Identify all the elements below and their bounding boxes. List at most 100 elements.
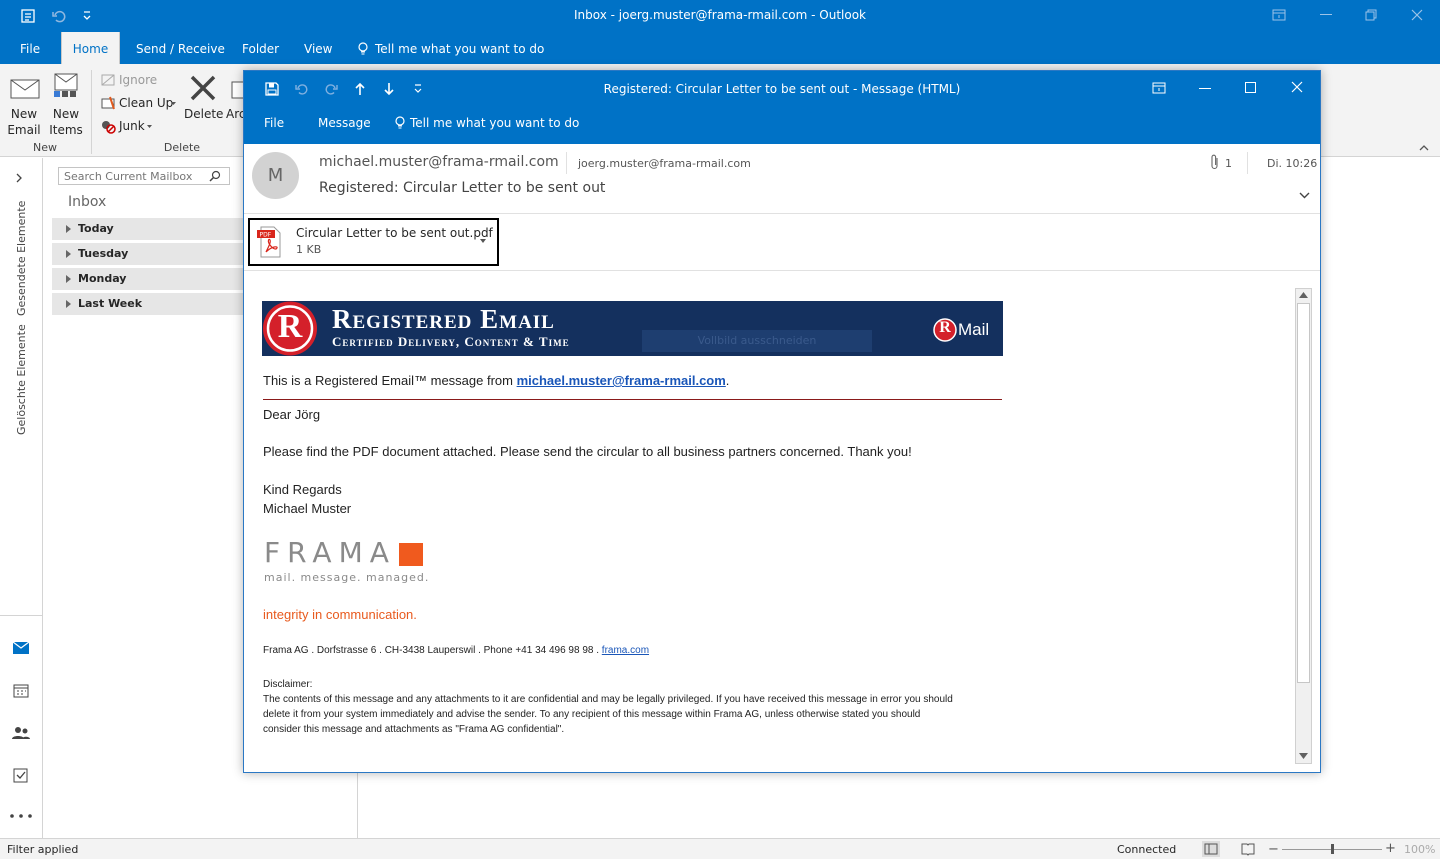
rmail-badge-text: Mail	[958, 320, 990, 339]
group-header-last-week[interactable]: Last Week	[52, 293, 252, 315]
scroll-down-icon[interactable]	[1299, 753, 1308, 759]
disclaimer-line-3: consider this message and attachments as…	[263, 724, 565, 735]
body-text: Please find the PDF document attached. P…	[263, 444, 912, 459]
group-header-monday[interactable]: Monday	[52, 268, 252, 290]
zoom-in-icon[interactable]: +	[1385, 841, 1396, 856]
normal-view-icon[interactable]	[1202, 841, 1220, 857]
new-items-button[interactable]: New Items	[46, 68, 86, 140]
message-body: R Registered Email Certified Delivery, C…	[244, 271, 1320, 772]
folder-sent-items[interactable]: Gesendete Elemente	[15, 201, 28, 316]
clean-up-icon	[100, 95, 116, 111]
sender-address[interactable]: michael.muster@frama-rmail.com	[319, 154, 559, 170]
expand-folder-pane-icon[interactable]	[15, 173, 23, 183]
restore-icon[interactable]	[1365, 9, 1377, 21]
message-window: Registered: Circular Letter to be sent o…	[243, 70, 1321, 773]
address-text: Frama AG . Dorfstrasse 6 . CH-3438 Laupe…	[263, 645, 602, 656]
reading-view-icon[interactable]	[1241, 842, 1255, 856]
tab-file[interactable]: File	[10, 32, 50, 64]
frama-website-link[interactable]: frama.com	[602, 645, 649, 656]
nav-divider	[0, 615, 42, 616]
new-email-button[interactable]: New Email	[4, 68, 44, 140]
message-tab-message[interactable]: Message	[318, 116, 371, 130]
received-time: Di. 10:26	[1267, 157, 1318, 170]
tab-view[interactable]: View	[294, 32, 342, 64]
search-icon[interactable]	[209, 170, 221, 182]
inbox-heading: Inbox	[68, 194, 107, 210]
status-bar: Filter applied Connected − + 100%	[0, 838, 1440, 859]
close-icon[interactable]	[1411, 9, 1423, 21]
new-email-label-2: Email	[7, 123, 41, 137]
search-input[interactable]	[58, 167, 230, 185]
snip-overlay-label: Vollbild ausschneiden	[642, 330, 872, 352]
regards-line-1: Kind Regards	[263, 482, 342, 497]
intro-suffix: .	[725, 373, 730, 388]
expand-triangle-icon	[66, 300, 71, 308]
attachment-size: 1 KB	[296, 243, 322, 256]
zoom-out-icon[interactable]: −	[1268, 842, 1279, 857]
tab-home[interactable]: Home	[61, 32, 120, 64]
banner-r-letter: R	[277, 308, 303, 345]
banner-subtitle: Certified Delivery, Content & Time	[332, 334, 570, 349]
folder-deleted-items[interactable]: Gelöschte Elemente	[15, 324, 28, 435]
group-header-today[interactable]: Today	[52, 218, 252, 240]
attachment-options-icon[interactable]	[480, 239, 486, 243]
attachment-count: 1	[1225, 157, 1232, 170]
message-ribbon-tabs: File Message Tell me what you want to do	[244, 107, 1320, 144]
more-icon[interactable]	[10, 814, 32, 818]
mail-icon[interactable]	[12, 641, 30, 655]
status-connection: Connected	[1117, 843, 1177, 856]
paperclip-icon	[1210, 154, 1220, 170]
tasks-icon[interactable]	[13, 767, 28, 783]
minimize-icon[interactable]	[1199, 88, 1211, 90]
sender-avatar[interactable]: M	[252, 152, 299, 199]
intro-prefix: This is a Registered Email™ message from	[263, 373, 517, 388]
registered-email-banner: R Registered Email Certified Delivery, C…	[262, 301, 1003, 356]
close-icon[interactable]	[1291, 81, 1303, 93]
junk-label: Junk	[119, 119, 145, 133]
header-divider	[1247, 152, 1248, 174]
maximize-icon[interactable]	[1245, 82, 1256, 93]
group-header-tuesday[interactable]: Tuesday	[52, 243, 252, 265]
junk-icon	[100, 118, 116, 134]
header-divider	[566, 152, 567, 174]
outlook-title-bar: Inbox - joerg.muster@frama-rmail.com - O…	[0, 0, 1440, 32]
tell-me-search[interactable]: Tell me what you want to do	[365, 32, 554, 64]
disclaimer-line-1: The contents of this message and any att…	[263, 694, 953, 705]
sender-email-link[interactable]: michael.muster@frama-rmail.com	[517, 373, 726, 388]
pdf-label: PDF	[260, 232, 272, 239]
new-items-label-2: Items	[49, 123, 83, 137]
ribbon-display-icon[interactable]	[1272, 9, 1286, 21]
people-icon[interactable]	[12, 726, 30, 740]
calendar-icon[interactable]	[13, 684, 29, 698]
recipient-address[interactable]: joerg.muster@frama-rmail.com	[578, 157, 751, 170]
greeting: Dear Jörg	[263, 407, 321, 422]
body-scrollbar[interactable]	[1295, 288, 1312, 764]
chevron-down-icon	[171, 102, 176, 105]
attachment-item[interactable]: PDF Circular Letter to be sent out.pdf 1…	[248, 218, 499, 266]
expand-header-icon[interactable]	[1299, 192, 1310, 199]
minimize-icon[interactable]	[1320, 14, 1332, 16]
delete-button[interactable]: Delete	[184, 68, 223, 140]
new-items-icon	[52, 72, 82, 102]
message-tab-file[interactable]: File	[264, 116, 284, 130]
ribbon-display-icon[interactable]	[1152, 82, 1166, 94]
zoom-slider-thumb[interactable]	[1331, 844, 1334, 854]
clean-up-label: Clean Up	[119, 96, 174, 110]
tab-send-receive[interactable]: Send / Receive	[126, 32, 235, 64]
message-tell-me-search[interactable]: Tell me what you want to do	[410, 116, 579, 130]
clean-up-button[interactable]: Clean Up	[100, 95, 180, 111]
scroll-up-icon[interactable]	[1299, 292, 1308, 298]
banner-title: Registered Email	[332, 304, 555, 334]
collapse-ribbon-icon[interactable]	[1419, 144, 1429, 151]
new-email-icon	[10, 76, 40, 100]
junk-button[interactable]: Junk	[100, 118, 160, 134]
pdf-file-icon: PDF	[257, 226, 283, 258]
status-filter-text: Filter applied	[7, 843, 79, 856]
lightbulb-icon	[394, 115, 406, 131]
navigation-bar: Gesendete Elemente Gelöschte Elemente	[0, 158, 43, 838]
tab-folder[interactable]: Folder	[232, 32, 289, 64]
new-email-label-1: New	[10, 107, 38, 121]
frama-logo-text: FRAMA	[264, 536, 396, 569]
zoom-level[interactable]: 100%	[1404, 843, 1435, 856]
scrollbar-thumb[interactable]	[1297, 303, 1310, 683]
